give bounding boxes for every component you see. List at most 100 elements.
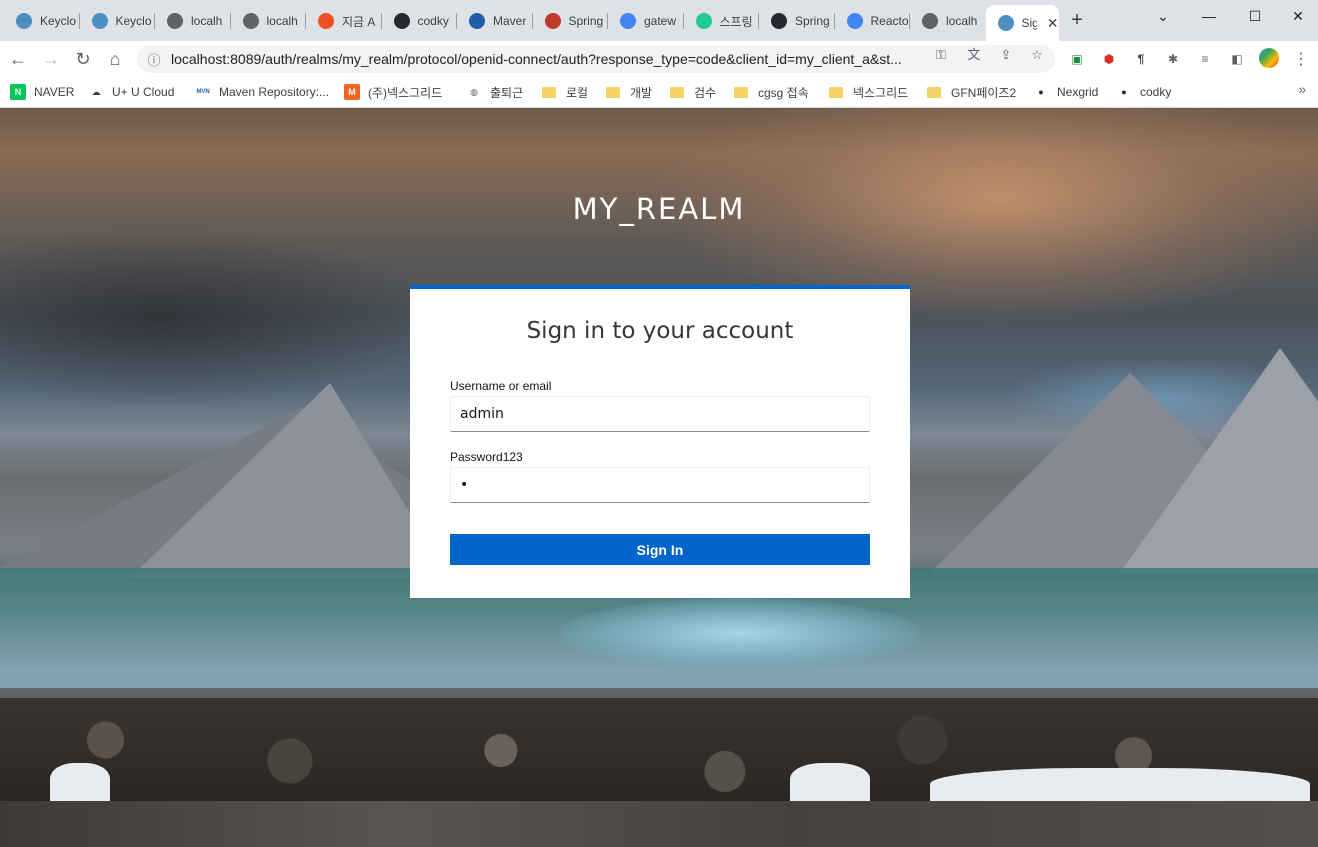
- bookmark-label: Maven Repository:...: [219, 85, 330, 99]
- keycloak-icon: [997, 15, 1014, 31]
- browser-tab[interactable]: Keyclo: [80, 7, 154, 35]
- globe-icon: [167, 13, 183, 29]
- google-icon: [620, 13, 636, 29]
- maven-icon: MVN: [196, 89, 210, 95]
- bookmark-item[interactable]: 넥스그리드: [829, 81, 908, 103]
- username-field[interactable]: admin: [450, 396, 870, 432]
- side-panel-icon[interactable]: ◧: [1229, 51, 1245, 67]
- password-label: Password123: [450, 450, 523, 464]
- tab-title: codky: [417, 14, 449, 28]
- globe-icon: [242, 13, 259, 29]
- bookmark-label: (주)넥스그리드: [368, 85, 443, 100]
- folder-icon: [606, 86, 620, 98]
- browser-tab[interactable]: 스프링: [684, 7, 758, 35]
- tab-title: Keyclo: [115, 14, 152, 28]
- url-text: localhost:8089/auth/realms/my_realm/prot…: [171, 51, 902, 67]
- sign-in-button[interactable]: Sign In: [450, 534, 870, 565]
- paragraph-icon[interactable]: ¶: [1133, 51, 1149, 67]
- tab-title: 지금 A: [342, 14, 376, 29]
- m-icon: M: [344, 84, 360, 100]
- folder-icon: [829, 86, 843, 98]
- tab-title: localh: [946, 14, 978, 28]
- browser-tab[interactable]: localh: [231, 7, 305, 35]
- microsoft-icon: [318, 13, 334, 29]
- forward-button[interactable]: →: [37, 45, 65, 73]
- background-water: [560, 598, 920, 668]
- browser-tab[interactable]: codky: [382, 7, 456, 35]
- browser-tab[interactable]: Keyclo: [4, 7, 78, 35]
- browser-tab[interactable]: Reacto: [835, 7, 908, 35]
- tab-separator: [758, 13, 759, 29]
- browser-tab[interactable]: Spring: [759, 7, 833, 35]
- bookmark-item[interactable]: ☁ U+ U Cloud: [88, 81, 175, 103]
- browser-tab[interactable]: gatew: [608, 7, 682, 35]
- bookmark-label: GFN페이즈2: [951, 85, 1017, 100]
- bookmark-item[interactable]: N NAVER: [10, 81, 74, 103]
- github-icon: ●: [1038, 87, 1044, 97]
- browser-tab[interactable]: Maver: [457, 7, 531, 35]
- background-cloud: [0, 228, 440, 408]
- profile-avatar[interactable]: [1259, 48, 1279, 68]
- reload-button[interactable]: ↻: [69, 45, 97, 73]
- browser-tab[interactable]: 지금 A: [306, 7, 380, 35]
- browser-tab[interactable]: localh: [155, 7, 229, 35]
- media-list-icon[interactable]: ≡: [1197, 51, 1213, 67]
- github-icon: ●: [1121, 87, 1127, 97]
- folder-icon: [734, 86, 748, 98]
- bookmark-item[interactable]: ● Nexgrid: [1033, 81, 1098, 103]
- close-window-button[interactable]: ✕: [1278, 0, 1318, 32]
- close-tab-icon[interactable]: ✕: [1047, 15, 1059, 32]
- address-bar[interactable]: ⓘ localhost:8089/auth/realms/my_realm/pr…: [137, 45, 1055, 73]
- tab-separator: [456, 13, 457, 29]
- tab-separator: [682, 13, 684, 29]
- tab-title: Keyclo: [40, 14, 77, 28]
- minimize-button[interactable]: —: [1186, 0, 1232, 32]
- tab-separator: [607, 13, 608, 29]
- bookmark-label: NAVER: [34, 85, 75, 99]
- extension-red-icon[interactable]: ⬢: [1101, 51, 1117, 67]
- menu-kebab-icon[interactable]: ⋮: [1293, 51, 1309, 68]
- keycloak-icon: [16, 13, 32, 29]
- maximize-button[interactable]: ☐: [1232, 0, 1278, 32]
- site-info-icon[interactable]: ⓘ: [137, 50, 171, 69]
- bookmark-item[interactable]: 로컬: [542, 81, 588, 103]
- password-field[interactable]: •: [450, 467, 870, 503]
- browser-tab[interactable]: localh: [910, 7, 984, 35]
- bookmark-label: 출퇴근: [490, 85, 524, 100]
- key-icon[interactable]: ⚿: [933, 47, 949, 63]
- tab-title: gatew: [644, 14, 677, 28]
- realm-title: MY_REALM: [572, 192, 746, 226]
- back-button[interactable]: ←: [4, 45, 32, 73]
- github-icon: [393, 13, 410, 29]
- more-bookmarks-button[interactable]: »: [1298, 81, 1306, 97]
- tab-separator: [833, 13, 835, 29]
- bookmark-item[interactable]: ● codky: [1116, 81, 1171, 103]
- browser-tab[interactable]: Spring: [533, 7, 607, 35]
- globe-icon: [922, 13, 938, 29]
- new-tab-button[interactable]: +: [1066, 9, 1088, 31]
- bookmark-label: 넥스그리드: [853, 85, 909, 100]
- bookmark-item[interactable]: cgsg 접속: [734, 81, 809, 103]
- bookmark-label: U+ U Cloud: [112, 85, 175, 99]
- bookmark-item[interactable]: M (주)넥스그리드: [344, 81, 442, 103]
- extensions-puzzle-icon[interactable]: ✱: [1165, 51, 1181, 67]
- tab-title: Sig: [1021, 16, 1037, 30]
- bookmark-item[interactable]: MVN Maven Repository:...: [195, 81, 329, 103]
- google-icon: [846, 13, 863, 29]
- browser-tab[interactable]: Sig ✕: [985, 5, 1059, 41]
- home-button[interactable]: ⌂: [101, 45, 129, 73]
- translate-icon[interactable]: 文: [966, 47, 982, 63]
- tab-separator: [154, 13, 155, 29]
- tab-title: Spring: [795, 14, 830, 28]
- bookmark-item[interactable]: 개발: [606, 81, 652, 103]
- bookmarks-bar: N NAVER ☁ U+ U Cloud MVN Maven Repository:...…: [0, 77, 1318, 108]
- tab-title: 스프링: [719, 14, 753, 29]
- bookmark-item[interactable]: ◍ 출퇴근: [466, 81, 523, 103]
- bookmark-item[interactable]: 검수: [670, 81, 716, 103]
- share-icon[interactable]: ⇪: [998, 47, 1014, 63]
- cloud-icon: ☁: [91, 86, 101, 97]
- extension-green-icon[interactable]: ▣: [1069, 51, 1085, 67]
- bookmark-star-icon[interactable]: ☆: [1029, 47, 1045, 63]
- bookmark-item[interactable]: GFN페이즈2: [927, 81, 1016, 103]
- chevron-down-icon[interactable]: ⌄: [1140, 0, 1186, 32]
